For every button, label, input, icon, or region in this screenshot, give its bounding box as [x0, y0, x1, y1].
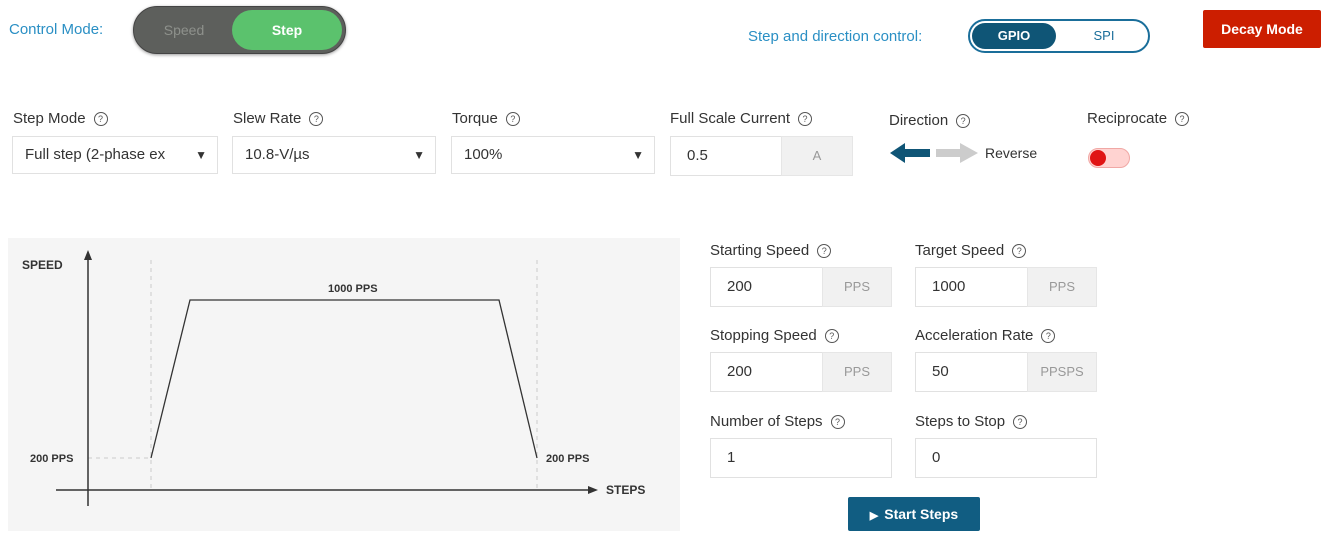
acceleration-rate-label: Acceleration Rate?: [915, 327, 1056, 344]
help-icon[interactable]: ?: [1012, 244, 1027, 258]
acceleration-rate-value: 50: [932, 363, 949, 380]
reciprocate-toggle[interactable]: [1088, 148, 1130, 168]
acceleration-rate-unit: PPSPS: [1027, 352, 1097, 392]
toggle-knob: [1090, 150, 1106, 166]
starting-speed-unit: PPS: [822, 267, 892, 307]
start-steps-label: Start Steps: [884, 506, 959, 522]
dropdown-arrow-icon: ▼: [195, 148, 207, 162]
starting-speed-label: Starting Speed?: [710, 242, 832, 259]
torque-select[interactable]: 100% ▼: [451, 136, 655, 174]
arrow-left-icon: [890, 143, 930, 163]
help-icon[interactable]: ?: [1013, 415, 1028, 429]
full-scale-current-input[interactable]: 0.5 A: [670, 136, 853, 176]
step-mode-select[interactable]: Full step (2-phase ex ▼: [12, 136, 218, 174]
target-speed-label: Target Speed?: [915, 242, 1027, 259]
play-icon: ▶: [869, 510, 879, 522]
target-speed-label: 1000 PPS: [328, 283, 378, 295]
speed-profile-diagram: SPEED STEPS 1000 PPS 200 PPS 200 PPS: [8, 238, 680, 531]
starting-speed-input[interactable]: 200 PPS: [710, 267, 892, 307]
help-icon[interactable]: ?: [505, 112, 520, 126]
y-axis-label: SPEED: [22, 258, 63, 272]
stopping-speed-value: 200: [727, 363, 753, 380]
number-of-steps-input[interactable]: 1: [710, 438, 892, 478]
stopping-speed-label: Stopping Speed?: [710, 327, 839, 344]
arrow-right-icon: [936, 143, 978, 163]
torque-label: Torque?: [452, 110, 520, 127]
x-axis-arrow-icon: [588, 486, 598, 494]
direction-arrows: [890, 143, 978, 163]
slew-rate-value: 10.8-V/µs: [245, 146, 310, 163]
reciprocate-label: Reciprocate?: [1087, 110, 1190, 127]
current-unit: A: [781, 136, 853, 176]
help-icon[interactable]: ?: [93, 112, 108, 126]
steps-to-stop-label: Steps to Stop?: [915, 413, 1028, 430]
gpio-option[interactable]: GPIO: [972, 23, 1056, 49]
help-icon[interactable]: ?: [830, 415, 845, 429]
steps-to-stop-value: 0: [932, 449, 941, 466]
starting-speed-label: 200 PPS: [30, 453, 73, 465]
help-icon[interactable]: ?: [309, 112, 324, 126]
y-axis-arrow-icon: [84, 250, 92, 260]
control-mode-label: Control Mode:: [9, 21, 104, 38]
speed-profile-line: [150, 299, 538, 459]
stopping-speed-unit: PPS: [822, 352, 892, 392]
help-icon[interactable]: ?: [1041, 329, 1056, 343]
stopping-speed-input[interactable]: 200 PPS: [710, 352, 892, 392]
help-icon[interactable]: ?: [956, 114, 971, 128]
target-speed-unit: PPS: [1027, 267, 1097, 307]
start-steps-button[interactable]: ▶ Start Steps: [848, 497, 980, 531]
control-mode-toggle[interactable]: Speed Step: [133, 6, 346, 54]
step-direction-control-label: Step and direction control:: [748, 28, 923, 45]
direction-value: Reverse: [985, 145, 1038, 161]
number-of-steps-value: 1: [727, 449, 736, 466]
spi-option[interactable]: SPI: [1062, 23, 1146, 49]
steps-to-stop-input[interactable]: 0: [915, 438, 1097, 478]
mode-step-option[interactable]: Step: [232, 10, 342, 50]
help-icon[interactable]: ?: [817, 244, 832, 258]
torque-value: 100%: [464, 146, 503, 163]
dropdown-arrow-icon: ▼: [632, 148, 644, 162]
direction-control[interactable]: [888, 140, 984, 166]
x-axis-label: STEPS: [606, 483, 645, 497]
help-icon[interactable]: ?: [798, 112, 813, 126]
mode-speed-option[interactable]: Speed: [134, 7, 234, 53]
number-of-steps-label: Number of Steps?: [710, 413, 845, 430]
full-scale-current-value: 0.5: [687, 147, 708, 164]
full-scale-current-label: Full Scale Current?: [670, 110, 813, 127]
starting-speed-value: 200: [727, 278, 753, 295]
step-mode-label: Step Mode?: [13, 110, 108, 127]
slew-rate-select[interactable]: 10.8-V/µs ▼: [232, 136, 436, 174]
dropdown-arrow-icon: ▼: [413, 148, 425, 162]
help-icon[interactable]: ?: [824, 329, 839, 343]
acceleration-rate-input[interactable]: 50 PPSPS: [915, 352, 1097, 392]
decay-mode-button[interactable]: Decay Mode: [1203, 10, 1321, 48]
step-mode-value: Full step (2-phase ex: [25, 146, 166, 163]
slew-rate-label: Slew Rate?: [233, 110, 324, 127]
direction-label: Direction?: [889, 112, 971, 129]
target-speed-input[interactable]: 1000 PPS: [915, 267, 1097, 307]
help-icon[interactable]: ?: [1175, 112, 1190, 126]
step-direction-toggle[interactable]: GPIO SPI: [968, 19, 1150, 53]
target-speed-value: 1000: [932, 278, 966, 295]
stopping-speed-label: 200 PPS: [546, 453, 589, 465]
